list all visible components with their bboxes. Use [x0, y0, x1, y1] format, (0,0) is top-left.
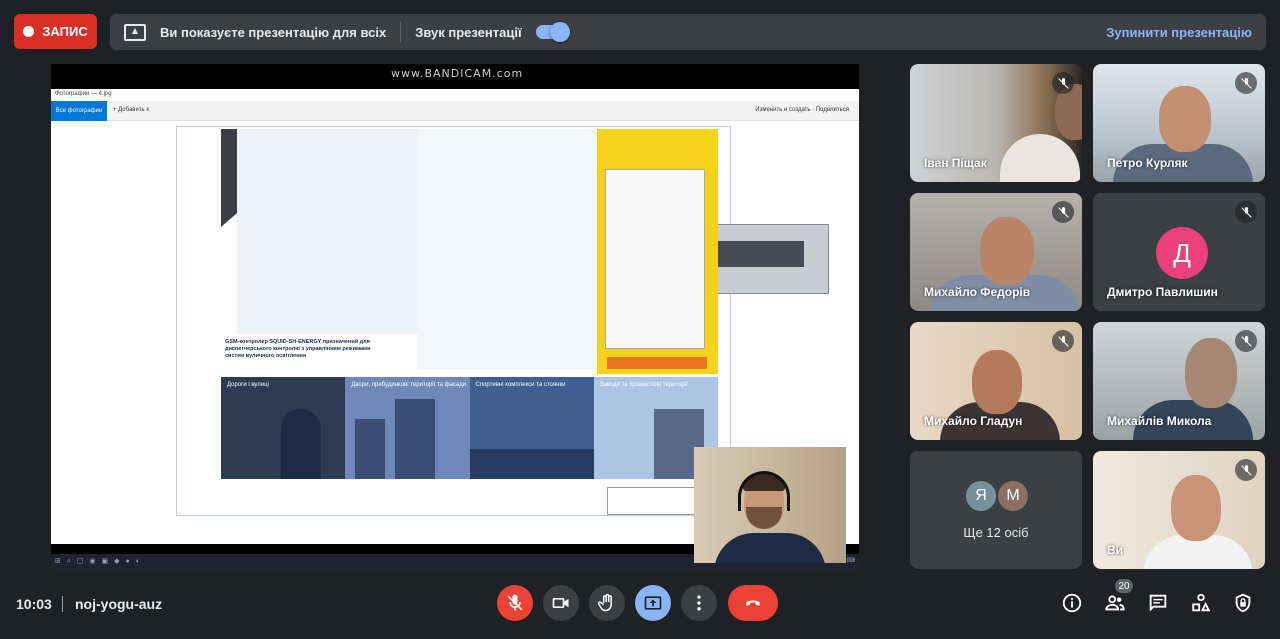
participant-count-badge: 20 [1115, 579, 1133, 593]
bandicam-watermark: www.BANDICAM.com [391, 67, 524, 80]
photo-app-add: + Добавить к [113, 107, 149, 113]
participant-tile[interactable]: Петро Курляк [1093, 64, 1265, 182]
videocam-icon [552, 598, 569, 608]
doc-feature-list [237, 129, 417, 334]
scene-label: Заводи та промислові території [599, 382, 688, 388]
participant-name: Михайло Гладун [924, 414, 1023, 428]
stop-presenting-button[interactable]: Зупинити презентацію [1106, 25, 1252, 40]
doc-scene-roads: Дороги і вулиці [221, 377, 346, 479]
scene-label: Дороги і вулиці [227, 382, 269, 388]
divider [400, 22, 402, 42]
present-now-button[interactable] [635, 585, 671, 621]
self-tile[interactable]: Ви [1093, 451, 1265, 569]
lock-icon [1235, 593, 1251, 613]
participant-avatar: Д [1156, 227, 1208, 279]
participant-name: Дмитро Павлишин [1107, 285, 1218, 299]
participant-face [1185, 338, 1237, 408]
participant-tile[interactable]: Михайло Гладун [910, 322, 1082, 440]
participant-tile[interactable]: Михайло Федорів [910, 193, 1082, 311]
shared-screen-stage: www.BANDICAM.com Фотографии — 4.jpg Все … [51, 64, 859, 570]
doc-scene-yards: Двори, прибудинкові території та фасади [345, 377, 470, 479]
doc-scenes: Дороги і вулиці Двори, прибудинкові тери… [221, 377, 718, 479]
document-image: GSM-контролер SQUID-SH-ENERGY призначени… [176, 126, 829, 516]
info-icon [1062, 593, 1082, 613]
field-shape [469, 449, 594, 479]
taskbar-icons: ⊞⌕▢◉▣◆●◐ [55, 558, 146, 565]
people-icon [1105, 595, 1125, 611]
presentation-sound-toggle[interactable] [535, 22, 570, 42]
participant-avatar: Я [964, 479, 998, 513]
participant-face [980, 217, 1034, 285]
record-label: ЗАПИС [42, 24, 88, 39]
photo-app-title: Фотографии — 4.jpg [55, 91, 112, 97]
mic-off-icon [1052, 201, 1074, 223]
participant-tile[interactable]: Михайлів Микола [1093, 322, 1265, 440]
tree-shape [281, 409, 321, 479]
photo-app-tab: Все фотографии [51, 101, 107, 121]
chat-button[interactable] [1146, 591, 1170, 615]
raise-hand-button[interactable] [589, 585, 625, 621]
camera-toggle-button[interactable] [543, 585, 579, 621]
activities-button[interactable] [1189, 591, 1213, 615]
participant-name: Іван Піщак [924, 156, 987, 170]
presentation-sound-label: Звук презентації [415, 24, 522, 40]
building-shape [355, 419, 386, 479]
doc-software-screens [605, 169, 705, 349]
photo-app-actions: Изменить и создать · Поделиться [755, 107, 849, 113]
mic-off-icon [1052, 330, 1074, 352]
more-participants-tile[interactable]: Я М Ще 12 осіб [910, 451, 1082, 569]
mic-off-icon [1235, 72, 1257, 94]
participant-name: Михайлів Микола [1107, 414, 1212, 428]
raise-hand-icon [597, 593, 612, 612]
photo-app-toolbar: Все фотографии + Добавить к Изменить и с… [51, 101, 859, 121]
participant-face [1159, 86, 1211, 152]
presentation-banner: Ви показуєте презентацію для всіх Звук п… [110, 14, 1266, 50]
scene-label: Спортивні комплекси та стоянки [475, 382, 566, 388]
mic-toggle-button[interactable] [497, 585, 533, 621]
participant-face [1171, 475, 1221, 541]
chat-icon [1149, 594, 1167, 612]
record-button[interactable]: ЗАПИС [14, 14, 97, 49]
participants-button[interactable] [1103, 591, 1127, 615]
toggle-knob [549, 22, 570, 42]
mic-off-icon [1235, 330, 1257, 352]
meeting-code: noj-yogu-auz [75, 596, 163, 612]
mic-off-icon [1052, 72, 1074, 94]
call-end-icon [746, 600, 760, 606]
doc-wiring-diagram [417, 129, 829, 369]
doc-scene-sports: Спортивні комплекси та стоянки [469, 377, 594, 479]
activities-icon [1192, 593, 1211, 612]
participant-body [1000, 134, 1080, 182]
doc-software-panel [597, 129, 718, 374]
participant-name: Ви [1107, 543, 1124, 557]
doc-heading: GSM-контролер SQUID-SH-ENERGY призначени… [225, 339, 371, 359]
participant-tile[interactable]: Д Дмитро Павлишин [1093, 193, 1265, 311]
scene-label: Двори, прибудинкові території та фасади [351, 382, 467, 388]
record-dot-icon [23, 26, 35, 37]
host-controls-button[interactable] [1231, 591, 1255, 615]
more-participants-label: Ще 12 осіб [963, 525, 1029, 540]
doc-orange-banner [607, 357, 707, 369]
shared-desktop: Фотографии — 4.jpg Все фотографии + Доба… [51, 89, 859, 570]
building-shape [395, 399, 436, 479]
clock: 10:03 [16, 596, 52, 612]
more-options-button[interactable] [681, 585, 717, 621]
presenting-message: Ви показуєте презентацію для всіх [160, 24, 387, 40]
participant-avatar: М [996, 479, 1030, 513]
present-icon [644, 596, 662, 610]
mic-off-icon [1235, 201, 1257, 223]
meeting-details-button[interactable] [1060, 591, 1084, 615]
participant-face [972, 350, 1022, 414]
divider [62, 596, 63, 612]
mic-off-icon [507, 594, 523, 611]
participant-name: Михайло Федорів [924, 285, 1031, 299]
mic-off-icon [1235, 459, 1257, 481]
present-to-all-icon [124, 23, 146, 41]
participant-tile[interactable]: Іван Піщак [910, 64, 1082, 182]
more-vert-icon [697, 595, 701, 611]
participant-name: Петро Курляк [1107, 156, 1188, 170]
leave-call-button[interactable] [728, 585, 778, 621]
presenter-self-view [694, 447, 846, 563]
